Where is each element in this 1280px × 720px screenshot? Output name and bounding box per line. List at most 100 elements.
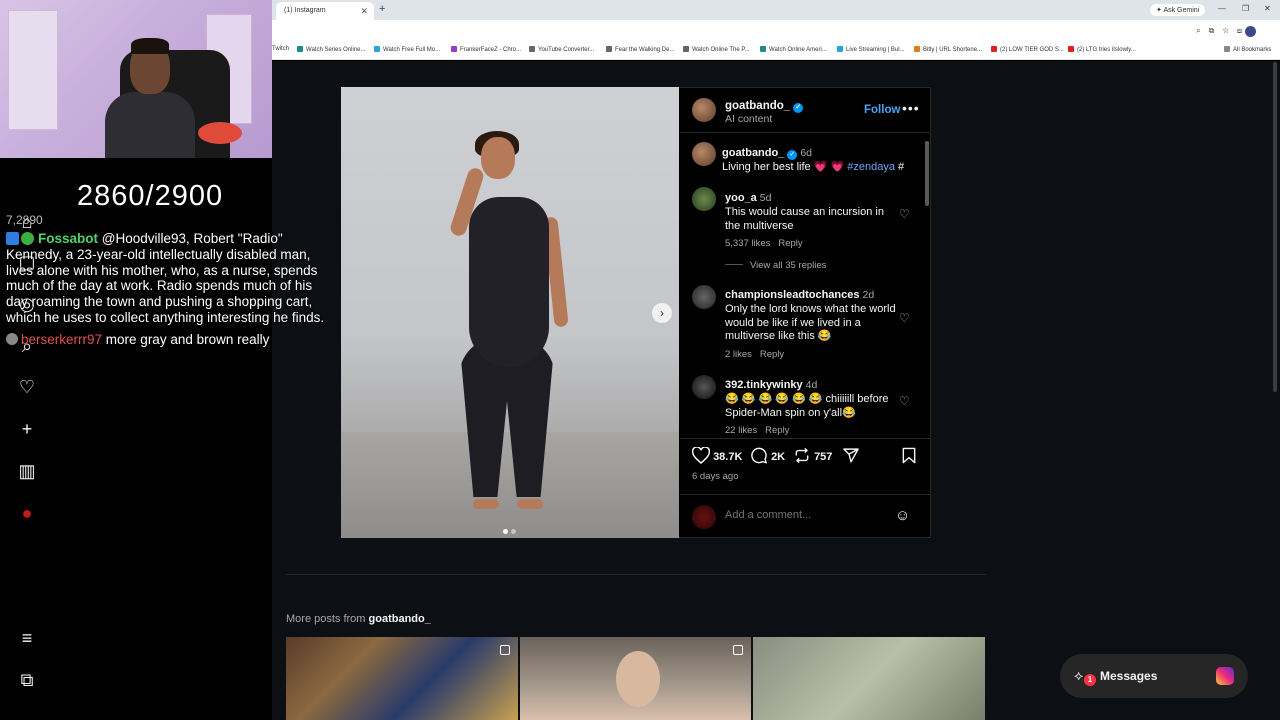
more-post-thumbnail[interactable] xyxy=(286,637,518,720)
commenter-avatar[interactable] xyxy=(692,375,716,399)
apps-icon[interactable]: ⧉ xyxy=(17,670,37,690)
caption-avatar[interactable] xyxy=(692,142,716,166)
tab-instagram[interactable]: (1) Instagram ✕ xyxy=(276,2,374,20)
more-options-icon[interactable]: ••• xyxy=(902,100,920,116)
comment-icon xyxy=(751,447,768,464)
ai-content-label: AI content xyxy=(725,113,773,125)
like-comment-heart-icon[interactable]: ♡ xyxy=(899,394,910,408)
address-bar[interactable] xyxy=(272,20,1280,42)
reply-button[interactable]: Reply xyxy=(760,349,784,360)
emoji-icon[interactable]: ☺ xyxy=(895,507,910,524)
all-bookmarks[interactable]: All Bookmarks xyxy=(1224,46,1271,53)
bookmark-item[interactable]: Fear the Walking De... xyxy=(606,46,674,53)
stream-counter: 2860/2900 xyxy=(77,180,224,212)
comment: 392.tinkywinky 4d 😂 😂 😂 😂 😂 😂 chiiiiill b… xyxy=(725,379,889,436)
share-icon xyxy=(843,448,859,463)
webcam-overlay xyxy=(0,0,272,158)
repost-icon xyxy=(795,447,809,464)
chat-text: more gray and brown really xyxy=(105,331,270,347)
messages-button[interactable]: ⟡ 1 Messages xyxy=(1060,654,1248,698)
divider xyxy=(680,438,931,439)
menu-icon[interactable]: ≡ xyxy=(17,628,37,648)
bookmark-item[interactable]: Watch Online Ameri... xyxy=(760,46,827,53)
reposts-count: 757 xyxy=(814,451,833,463)
ask-gemini-button[interactable]: ✦ Ask Gemini xyxy=(1150,4,1206,16)
like-comment-heart-icon[interactable]: ♡ xyxy=(899,207,910,221)
likes-count: 38.7K xyxy=(713,451,743,463)
author-username[interactable]: goatbando_ ✓ xyxy=(725,100,804,113)
profile-icon[interactable]: ● xyxy=(17,503,37,523)
verified-icon: ✓ xyxy=(787,150,798,160)
page-scrollbar[interactable] xyxy=(1273,62,1277,392)
divider xyxy=(680,132,931,133)
comments-scrollbar[interactable] xyxy=(925,136,929,436)
bookmark-item[interactable]: Bitly | URL Shortene... xyxy=(914,46,982,53)
stream-counter-ghost: 7,2890 xyxy=(6,213,43,227)
chat-avatar-icon xyxy=(6,332,18,345)
divider xyxy=(286,574,986,575)
new-tab-icon[interactable]: + xyxy=(379,3,385,15)
comment-button[interactable]: 2K xyxy=(750,447,785,464)
verified-icon: ✓ xyxy=(793,103,804,113)
more-post-thumbnail[interactable] xyxy=(753,637,985,720)
divider xyxy=(680,494,931,495)
own-avatar xyxy=(692,505,716,529)
close-window-icon[interactable]: ✕ xyxy=(1264,4,1271,13)
bookmark-item[interactable]: Watch Free Full Mo... xyxy=(374,46,440,53)
carousel-icon xyxy=(733,645,743,655)
view-replies-button[interactable]: View all 35 replies xyxy=(725,260,826,271)
comment: championsleadtochances 2d Only the lord k… xyxy=(725,289,896,360)
add-comment-input[interactable] xyxy=(725,509,885,521)
bookmark-item[interactable]: FrankerFaceZ - Chro... xyxy=(451,46,521,53)
instagram-logo-icon xyxy=(1216,667,1234,685)
reply-button[interactable]: Reply xyxy=(765,425,789,436)
minimize-icon[interactable]: — xyxy=(1218,4,1226,13)
dashboard-icon[interactable]: ▥ xyxy=(17,461,37,481)
unread-badge: 1 xyxy=(1084,674,1096,686)
chat-user: berserkerrr97 xyxy=(21,331,103,347)
save-button[interactable] xyxy=(901,447,917,464)
next-photo-button[interactable]: › xyxy=(652,303,672,323)
bookmark-icon xyxy=(902,447,916,464)
like-comment-heart-icon[interactable]: ♡ xyxy=(899,311,910,325)
more-post-thumbnail[interactable] xyxy=(520,637,751,720)
more-posts-heading: More posts from goatbando_ xyxy=(286,613,431,625)
tab-title: (1) Instagram xyxy=(284,7,326,14)
comments-count: 2K xyxy=(771,451,786,463)
repost-button[interactable]: 757 xyxy=(793,447,832,464)
close-tab-icon[interactable]: ✕ xyxy=(360,6,368,17)
more-posts-user[interactable]: goatbando_ xyxy=(369,613,431,625)
commenter-avatar[interactable] xyxy=(692,187,716,211)
commenter-avatar[interactable] xyxy=(692,285,716,309)
chat-message: berserkerrr97 more gray and brown really xyxy=(6,332,330,348)
carousel-icon xyxy=(500,645,510,655)
bookmark-item[interactable]: YouTube Converter... xyxy=(529,46,594,53)
bookmark-item[interactable]: (2) LTG tries itslowly... xyxy=(1068,46,1136,53)
chat-message: Fossabot @Hoodville93, Robert "Radio" Ke… xyxy=(6,231,330,326)
notifications-heart-icon[interactable]: ♡ xyxy=(17,377,37,397)
bookmark-item[interactable]: Twitch xyxy=(272,46,289,52)
author-avatar[interactable] xyxy=(692,98,716,122)
verified-bot-icon xyxy=(21,232,34,245)
bookmark-item[interactable]: Live Streaming | Bul... xyxy=(837,46,905,53)
hashtag-link[interactable]: #zendaya xyxy=(847,161,895,173)
share-button[interactable] xyxy=(842,447,860,464)
mod-badge-icon xyxy=(6,232,19,245)
profile-avatar[interactable] xyxy=(1245,26,1256,37)
post-photo[interactable] xyxy=(341,87,679,538)
bookmark-item[interactable]: Watch Online The P... xyxy=(683,46,750,53)
heart-icon xyxy=(691,446,711,464)
carousel-dots xyxy=(503,521,523,534)
caption: goatbando_ ✓ 6d Living her best life 💗 💗 #… xyxy=(722,147,905,173)
follow-button[interactable]: Follow xyxy=(864,104,900,116)
bookmark-item[interactable]: Watch Series Online... xyxy=(297,46,365,53)
reply-button[interactable]: Reply xyxy=(778,238,802,249)
comment: yoo_a 5d This would cause an incursion in… xyxy=(725,192,884,249)
stream-chat: Fossabot @Hoodville93, Robert "Radio" Ke… xyxy=(6,231,330,348)
restore-icon[interactable]: ❐ xyxy=(1242,4,1249,13)
create-plus-icon[interactable]: + xyxy=(17,419,37,439)
posted-time: 6 days ago xyxy=(692,471,739,482)
browser-tab-strip xyxy=(272,0,1280,20)
bookmark-item[interactable]: (2) LOW TIER GOD S... xyxy=(991,46,1064,53)
like-button[interactable]: 38.7K xyxy=(691,446,743,464)
